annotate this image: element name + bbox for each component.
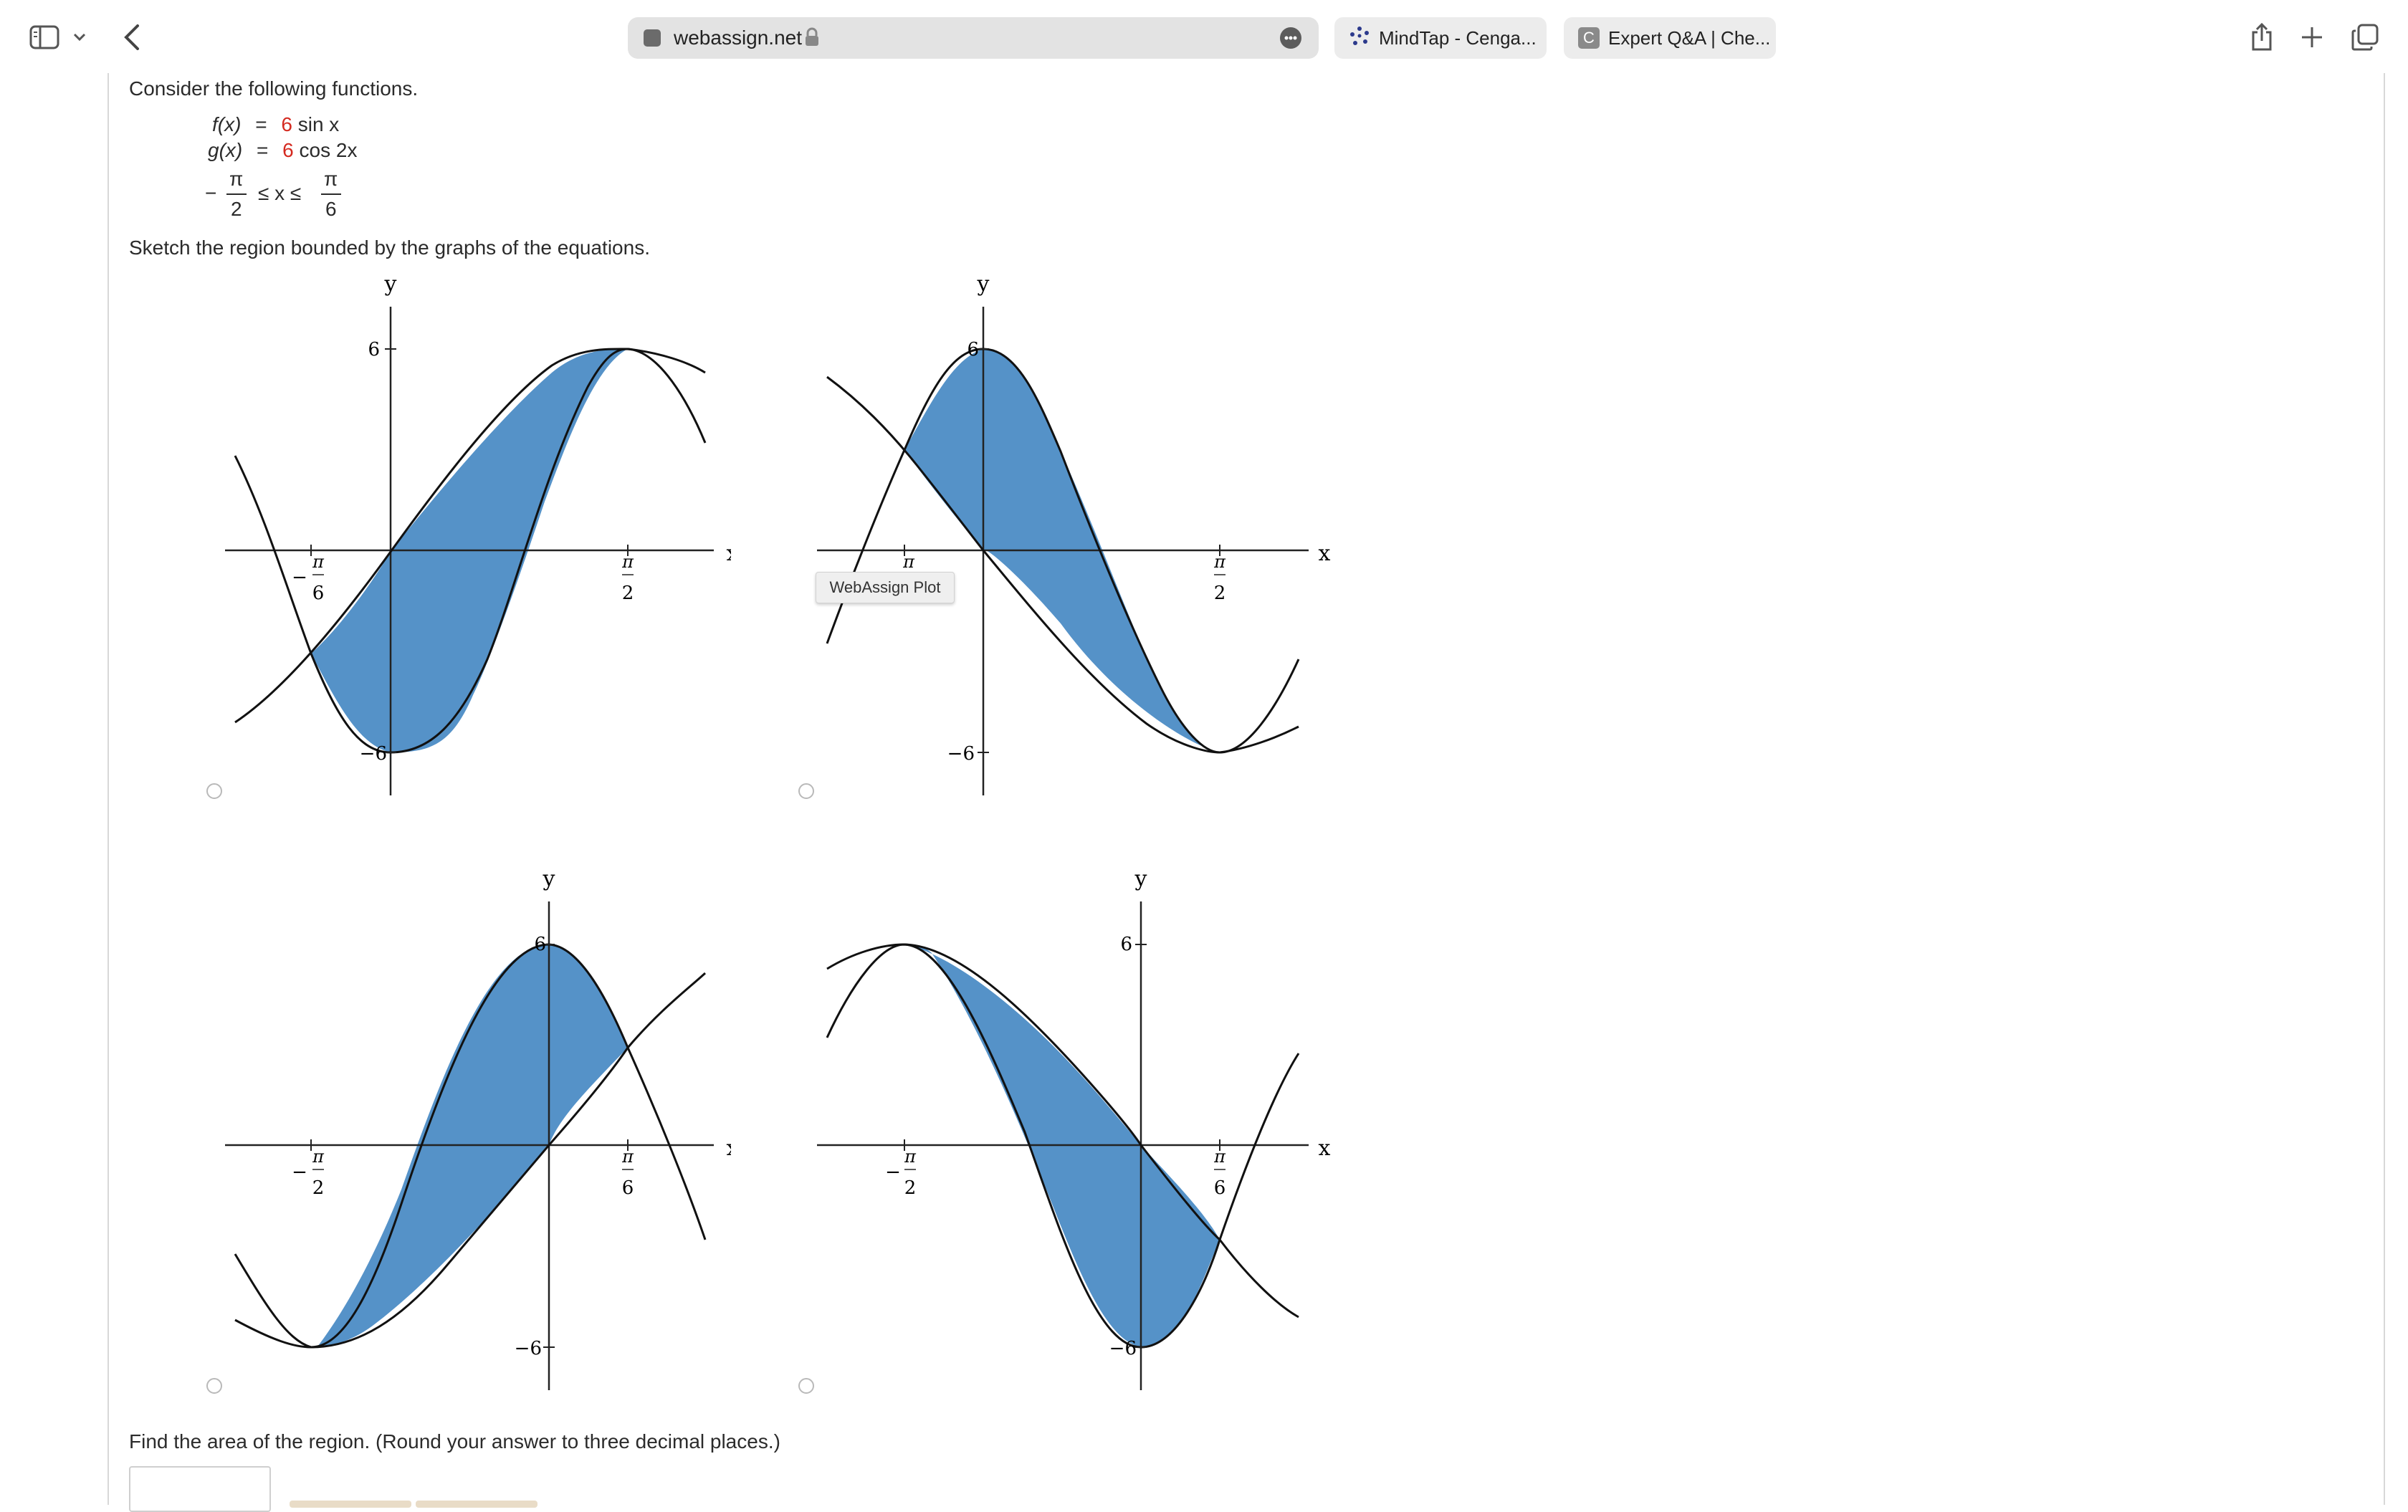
y-tick-label: 6 [534, 934, 546, 955]
interval-minus: − [205, 182, 217, 204]
tab-label: MindTap - Cenga... [1379, 27, 1537, 49]
f-eq: = [255, 113, 267, 135]
site-favicon-icon [644, 29, 661, 47]
tick-sign: − [885, 1162, 901, 1183]
more-options-icon[interactable] [1280, 27, 1301, 49]
sidebar-toggle-icon[interactable] [27, 21, 62, 53]
tick-num: π [621, 1147, 634, 1167]
tab-overview-icon[interactable] [2349, 21, 2381, 53]
chegg-logo-icon: C [1578, 27, 1600, 49]
tick-num: π [1213, 1147, 1226, 1167]
interval-upper-bar [321, 193, 341, 195]
address-bar[interactable]: webassign.net [628, 17, 1319, 59]
answer-input[interactable] [129, 1466, 271, 1512]
tick-den: 6 [312, 583, 325, 604]
f-coef: 6 [281, 113, 292, 135]
tick-den: 6 [622, 1177, 634, 1199]
sketch-prompt: Sketch the region bounded by the graphs … [129, 236, 650, 259]
tick-den: 2 [904, 1177, 917, 1199]
y-tick-label: 6 [1120, 934, 1132, 955]
y-tick-label: −6 [1109, 1338, 1137, 1359]
radio-option-3[interactable] [206, 1378, 222, 1394]
g-rhs: cos 2x [299, 139, 358, 161]
tick-den: 6 [1214, 1177, 1226, 1199]
y-label: y [384, 272, 397, 297]
mindtap-logo-icon [1349, 25, 1370, 52]
tab-expert-qa[interactable]: C Expert Q&A | Che... [1564, 17, 1776, 59]
browser-toolbar: webassign.net MindTap - Cenga... C Exper… [0, 0, 2408, 73]
tick-sign: − [292, 1162, 307, 1183]
g-lhs: g(x) [208, 139, 243, 161]
intro-text: Consider the following functions. [129, 77, 419, 100]
tick-den: 2 [622, 583, 634, 604]
interval-rel: ≤ x ≤ [258, 182, 302, 204]
interval-lower-den: 2 [231, 198, 242, 220]
y-label: y [1134, 866, 1147, 891]
radio-option-1[interactable] [206, 783, 222, 799]
x-label: x [1319, 1136, 1331, 1161]
plot-tooltip: WebAssign Plot [816, 572, 955, 603]
x-label: x [727, 541, 731, 566]
y-label: y [977, 272, 990, 297]
lock-icon [804, 27, 820, 51]
y-tick-label: 6 [368, 339, 380, 360]
submit-button[interactable] [290, 1501, 411, 1508]
tick-num: π [1213, 552, 1226, 572]
interval-lower-num: π [229, 168, 244, 190]
chevron-down-icon[interactable] [69, 21, 90, 53]
y-tick-label: −6 [360, 743, 387, 765]
tab-label: Expert Q&A | Che... [1608, 27, 1771, 49]
y-tick-label: −6 [515, 1338, 542, 1359]
tick-num: π [904, 1147, 917, 1167]
x-label: x [1319, 541, 1331, 566]
new-tab-icon[interactable] [2298, 21, 2326, 53]
y-tick-label: 6 [967, 339, 979, 360]
tab-mindtap[interactable]: MindTap - Cenga... [1334, 17, 1547, 59]
practice-button[interactable] [416, 1501, 538, 1508]
plot-option-2: y x π π 2 6 −6 [817, 272, 1331, 795]
f-rhs: sin x [297, 113, 340, 135]
y-label: y [543, 866, 555, 891]
interval-upper-den: 6 [325, 198, 337, 220]
content-right-border [2384, 73, 2385, 1505]
plot-option-1: y x − π 6 π 2 6 −6 [225, 272, 731, 795]
address-text: webassign.net [674, 27, 803, 49]
tick-num: π [312, 552, 325, 572]
tick-den: 2 [312, 1177, 325, 1199]
x-label: x [727, 1136, 731, 1161]
plot-option-4: y x − π 2 π 6 6 −6 [817, 866, 1331, 1390]
f-equation: f(x) = 6 sin x [212, 113, 339, 136]
tick-num: π [902, 552, 915, 572]
share-icon[interactable] [2247, 21, 2276, 53]
back-icon[interactable] [118, 21, 146, 53]
interval-lower-bar [226, 193, 247, 195]
area-prompt: Find the area of the region. (Round your… [129, 1430, 780, 1453]
radio-option-2[interactable] [798, 783, 814, 799]
tick-num: π [621, 552, 634, 572]
f-lhs: f(x) [212, 113, 242, 135]
interval-upper-num: π [324, 168, 338, 190]
content-left-border [108, 73, 109, 1505]
g-equation: g(x) = 6 cos 2x [208, 139, 357, 162]
g-eq: = [257, 139, 269, 161]
plot-option-3: y x − π 2 π 6 6 −6 [225, 866, 731, 1390]
tick-num: π [312, 1147, 325, 1167]
tick-sign: − [292, 567, 307, 588]
radio-option-4[interactable] [798, 1378, 814, 1394]
y-tick-label: −6 [947, 743, 975, 765]
tick-den: 2 [1214, 583, 1226, 604]
g-coef: 6 [282, 139, 294, 161]
